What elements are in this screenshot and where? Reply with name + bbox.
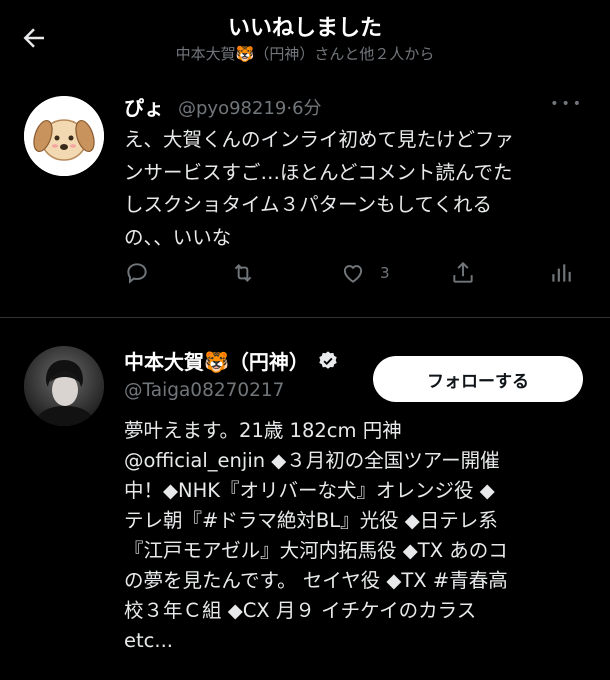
bio-line: etc... bbox=[124, 629, 173, 652]
tweet-author-name[interactable]: ぴょ bbox=[124, 92, 164, 121]
tweet-text-line: え、大賀くんのインライ初めて見たけどファ bbox=[124, 128, 515, 151]
bio-line: の夢を見たんです。 セイヤ役 ◆TX #青春高 bbox=[124, 569, 508, 592]
share-icon bbox=[453, 261, 473, 283]
reply-icon bbox=[127, 263, 147, 284]
like-button[interactable]: 3 bbox=[340, 258, 390, 288]
page-title: いいねしました bbox=[227, 16, 382, 41]
tweet-text-line: しスクショタイム３パターンもしてくれる bbox=[124, 193, 492, 216]
dog-avatar-icon bbox=[24, 96, 104, 176]
follow-button[interactable]: フォローする bbox=[373, 356, 583, 402]
profile-card[interactable]: 中本大賀🐯（円神） @Taiga08270217 フォローする 夢叶えます。21… bbox=[0, 318, 610, 680]
profile-handle[interactable]: @Taiga08270217 bbox=[124, 380, 284, 401]
bio-line: 中！◆NHK『オリバーな犬』オレンジ役 ◆ bbox=[124, 479, 495, 502]
retweet-icon bbox=[234, 264, 252, 282]
tweet-actions: 3 bbox=[124, 258, 584, 288]
avatar[interactable] bbox=[24, 96, 104, 176]
bio-line: テレ朝『#ドラマ絶対BL』光役 ◆日テレ系 bbox=[124, 509, 498, 532]
bio-line: 校３年Ｃ組 ◆CX 月９ イチケイのカラス bbox=[124, 599, 477, 622]
bio-line: 夢叶えます。21歳 182cm 円神 bbox=[124, 419, 402, 442]
retweet-button[interactable] bbox=[230, 258, 256, 288]
profile-name[interactable]: 中本大賀🐯（円神） bbox=[124, 346, 339, 375]
analytics-icon bbox=[552, 264, 571, 282]
verified-badge-icon bbox=[319, 350, 337, 369]
tweet-author-handle[interactable]: @pyo98219·6分 bbox=[178, 94, 322, 120]
tweet-text-line: ンサービスすご…ほとんどコメント読んでた bbox=[124, 160, 513, 184]
heart-icon bbox=[343, 265, 363, 283]
bio-line: @official_enjin ◆３月初の全国ツアー開催 bbox=[124, 449, 500, 472]
more-options-icon[interactable]: ••• bbox=[550, 96, 584, 112]
liked-tweet[interactable]: ぴょ @pyo98219·6分 ••• え、大賀くんのインライ初めて見たけどファ… bbox=[0, 80, 610, 318]
page-subtitle: 中本大賀🐯（円神）さんと他２人から bbox=[175, 45, 435, 63]
header-bar: いいねしました 中本大賀🐯（円神）さんと他２人から bbox=[0, 0, 610, 80]
tweet-text-line: の、、いいな bbox=[124, 225, 232, 249]
avatar[interactable] bbox=[24, 346, 104, 426]
tweet-text: え、大賀くんのインライ初めて見たけどファ ンサービスすご…ほとんどコメント読んで… bbox=[124, 124, 594, 254]
share-button[interactable] bbox=[450, 258, 476, 288]
profile-bio: 夢叶えます。21歳 182cm 円神 @official_enjin ◆３月初の… bbox=[124, 416, 594, 656]
person-photo-icon bbox=[24, 346, 104, 426]
bio-line: 『江戸モアゼル』大河内拓馬役 ◆TX あのコ bbox=[124, 539, 508, 562]
reply-button[interactable] bbox=[124, 258, 150, 288]
like-count: 3 bbox=[380, 264, 390, 282]
analytics-button[interactable] bbox=[548, 258, 574, 288]
profile-name-text: 中本大賀🐯（円神） bbox=[124, 350, 309, 374]
